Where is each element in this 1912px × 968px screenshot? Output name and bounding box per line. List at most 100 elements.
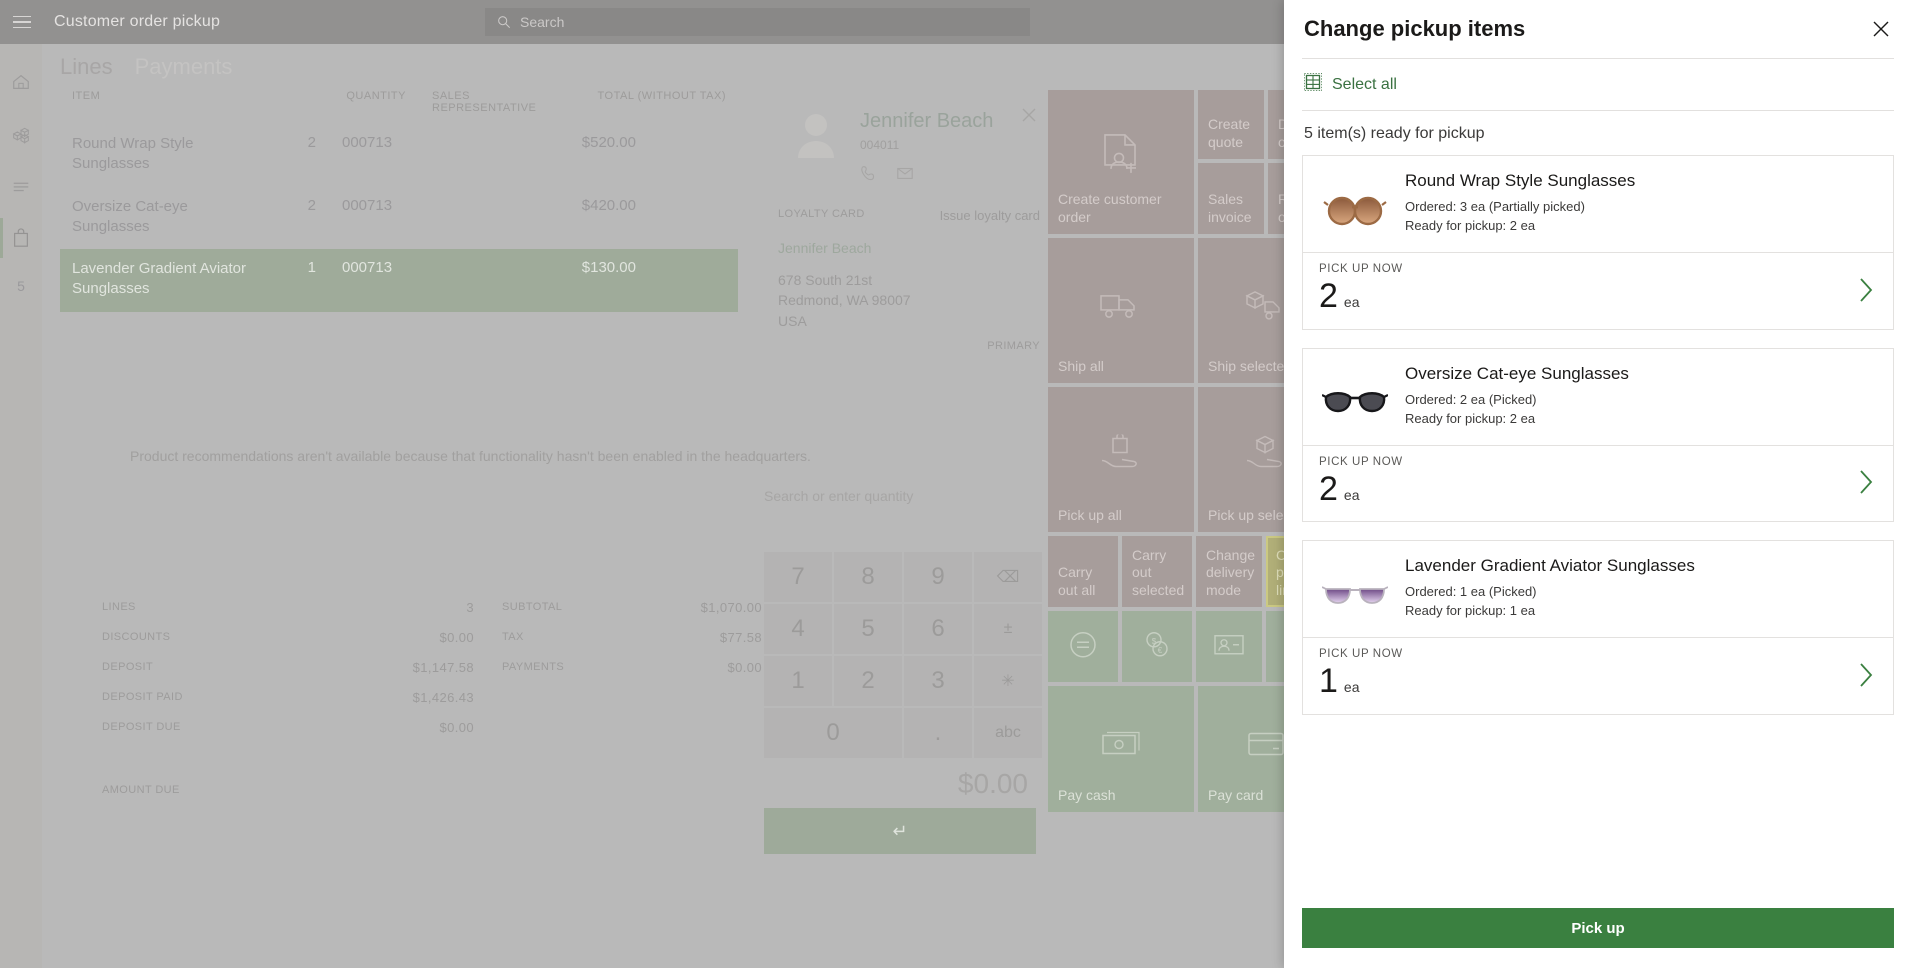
issue-loyalty-card-link[interactable]: Issue loyalty card — [940, 208, 1040, 223]
ship-selected-icon — [1243, 287, 1289, 326]
close-customer-icon[interactable] — [1016, 102, 1042, 128]
quantity-unit: ea — [1344, 679, 1360, 695]
totals-label: LINES — [102, 601, 342, 613]
key-decimal[interactable]: . — [904, 708, 972, 758]
quantity-value: 2 — [1319, 470, 1338, 508]
totals-label: DISCOUNTS — [102, 631, 342, 643]
key-6[interactable]: 6 — [904, 604, 972, 654]
close-icon[interactable] — [1866, 14, 1896, 44]
key-7[interactable]: 7 — [764, 552, 832, 602]
totals-value: $0.00 — [342, 720, 474, 735]
tile-sales-invoice[interactable]: Sales invoice — [1198, 163, 1264, 234]
svg-text:$: $ — [1152, 636, 1157, 645]
pick-up-button[interactable]: Pick up — [1302, 908, 1894, 948]
item-ready: Ready for pickup: 2 ea — [1405, 218, 1877, 233]
key-0[interactable]: 0 — [764, 708, 902, 758]
sidebar-item-products[interactable] — [0, 112, 42, 156]
table-row[interactable]: Round Wrap Style Sunglasses 2 000713 $52… — [60, 124, 738, 187]
item-name: Round Wrap Style Sunglasses — [1405, 170, 1715, 192]
quantity-stepper[interactable]: 2ea — [1319, 279, 1877, 315]
customer-panel: Jennifer Beach 004011 LOYALTY CARD Issue… — [764, 90, 1042, 380]
search-input[interactable]: Search — [485, 8, 1030, 36]
key-4[interactable]: 4 — [764, 604, 832, 654]
new-customer-order-icon — [1101, 133, 1141, 182]
item-quantity-row[interactable]: PICK UP NOW 2ea — [1303, 446, 1893, 522]
chevron-right-icon[interactable] — [1857, 468, 1875, 501]
tile-carry-out-all[interactable]: Carry out all — [1048, 536, 1118, 607]
quantity-stepper[interactable]: 2 ea — [1319, 472, 1877, 508]
item-thumbnail — [1319, 375, 1391, 433]
tile-change-delivery-mode[interactable]: Change delivery mode — [1196, 536, 1262, 607]
tile-ship-all[interactable]: Ship all — [1048, 238, 1194, 383]
ship-all-icon — [1098, 287, 1144, 326]
black-cateye-sunglasses-icon — [1322, 389, 1388, 419]
chevron-right-icon[interactable] — [1857, 661, 1875, 694]
enter-button[interactable]: ↵ — [764, 808, 1036, 854]
svg-text:€: € — [1158, 645, 1163, 654]
totals-value: 3 — [342, 600, 474, 615]
item-name: Oversize Cat-eye Sunglasses — [1405, 363, 1715, 385]
cell-quantity: 2 — [252, 134, 316, 151]
tile-customer-account-payment[interactable] — [1196, 611, 1262, 682]
table-row[interactable]: Lavender Gradient Aviator Sunglasses 1 0… — [60, 249, 738, 312]
ready-count-text: 5 item(s) ready for pickup — [1284, 111, 1912, 155]
tile-label: Pick up all — [1058, 507, 1188, 525]
tile-carry-out-selected[interactable]: Carry out selected — [1122, 536, 1192, 607]
customer-id: 004011 — [860, 138, 899, 152]
avatar — [788, 108, 844, 164]
home-icon — [11, 72, 31, 92]
tab-payments[interactable]: Payments — [135, 54, 233, 80]
item-quantity-row[interactable]: PICK UP NOW 2ea — [1303, 253, 1893, 329]
tile-label: Create quote — [1208, 116, 1258, 151]
totals-label: SUBTOTAL — [474, 601, 606, 613]
item-ready: Ready for pickup: 2 ea — [1405, 411, 1877, 426]
cell-item: Lavender Gradient Aviator Sunglasses — [72, 259, 252, 300]
cell-rep: 000713 — [316, 259, 466, 276]
key-1[interactable]: 1 — [764, 656, 832, 706]
equals-circle-icon — [1068, 629, 1098, 664]
quantity-unit: ea — [1344, 487, 1360, 503]
tile-pay-cash[interactable]: Pay cash — [1048, 686, 1194, 812]
email-icon[interactable] — [896, 164, 914, 182]
cell-total: $520.00 — [466, 134, 636, 151]
tile-total[interactable] — [1048, 611, 1118, 682]
key-9[interactable]: 9 — [904, 552, 972, 602]
tile-pay-currency[interactable]: $ € — [1122, 611, 1192, 682]
sidebar-item-list[interactable] — [0, 164, 42, 208]
sidebar-item-home[interactable] — [0, 60, 42, 104]
item-quantity-row[interactable]: PICK UP NOW 1ea — [1303, 638, 1893, 714]
key-3[interactable]: 3 — [904, 656, 972, 706]
select-all-button[interactable]: Select all — [1284, 59, 1912, 110]
change-pickup-items-panel: Change pickup items Select all — [1284, 0, 1912, 968]
list-item[interactable]: Oversize Cat-eye Sunglasses Ordered: 2 e… — [1302, 348, 1894, 523]
sidebar-item-bag[interactable] — [0, 216, 42, 260]
menu-icon[interactable] — [0, 0, 44, 44]
totals-value: $1,426.43 — [342, 690, 474, 705]
quantity-value: 2 — [1319, 277, 1338, 315]
tile-pick-up-all[interactable]: Pick up all — [1048, 387, 1194, 532]
list-item[interactable]: Round Wrap Style Sunglasses Ordered: 3 e… — [1302, 155, 1894, 330]
table-row[interactable]: Oversize Cat-eye Sunglasses 2 000713 $42… — [60, 187, 738, 250]
panel-header: Change pickup items — [1284, 0, 1912, 58]
list-item[interactable]: Lavender Gradient Aviator Sunglasses Ord… — [1302, 540, 1894, 715]
key-backspace[interactable]: ⌫ — [974, 552, 1042, 602]
key-2[interactable]: 2 — [834, 656, 902, 706]
key-8[interactable]: 8 — [834, 552, 902, 602]
chevron-right-icon[interactable] — [1857, 276, 1875, 309]
lines-table: ITEM QUANTITY SALES REPRESENTATIVE TOTAL… — [60, 90, 738, 312]
phone-icon[interactable] — [860, 164, 878, 182]
tab-lines[interactable]: Lines — [60, 54, 113, 80]
key-abc[interactable]: abc — [974, 708, 1042, 758]
tile-label: Carry out all — [1058, 564, 1112, 599]
quantity-stepper[interactable]: 1ea — [1319, 664, 1877, 700]
key-5[interactable]: 5 — [834, 604, 902, 654]
coins-icon: $ € — [1141, 628, 1173, 665]
page-title: Customer order pickup — [54, 13, 220, 31]
key-plusminus[interactable]: ± — [974, 604, 1042, 654]
totals-row: DISCOUNTS $0.00 TAX $77.58 — [102, 622, 762, 652]
tile-create-customer-order[interactable]: Create customer order — [1048, 90, 1194, 234]
key-multiply[interactable]: ✳ — [974, 656, 1042, 706]
pickup-all-icon — [1098, 434, 1144, 477]
tile-create-quote[interactable]: Create quote — [1198, 90, 1264, 159]
amount-display: $0.00 — [958, 768, 1028, 800]
